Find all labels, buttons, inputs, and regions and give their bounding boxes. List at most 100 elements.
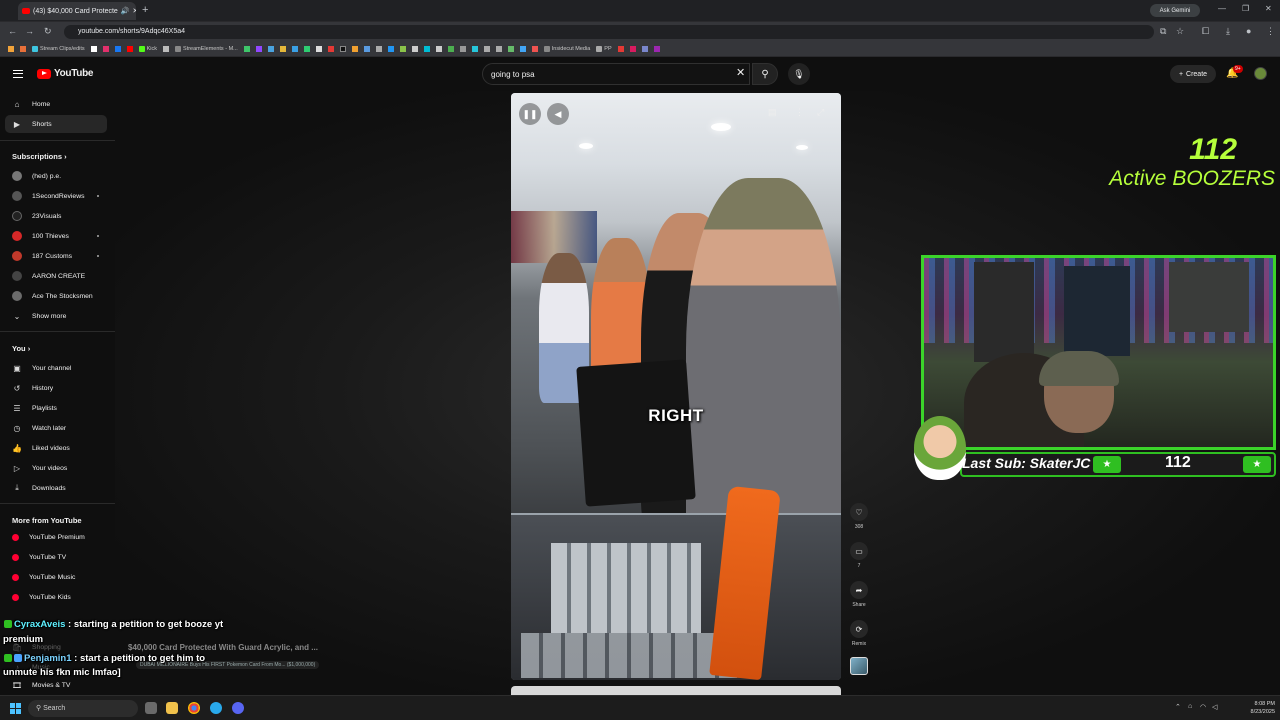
facebook-icon[interactable] xyxy=(114,46,121,52)
wifi-icon[interactable]: ◠ xyxy=(1200,703,1206,711)
tray-chevron-icon[interactable]: ⌃ xyxy=(1175,703,1181,711)
downloads-icon[interactable]: ⤓ xyxy=(1226,26,1230,37)
file-explorer-icon[interactable] xyxy=(166,702,178,714)
instagram-icon[interactable] xyxy=(102,46,109,52)
new-tab-icon[interactable]: + xyxy=(142,4,148,16)
youtube-bookmark-icon[interactable] xyxy=(126,46,133,52)
search-input[interactable]: going to psa xyxy=(482,63,750,85)
clear-search-icon[interactable]: ✕ xyxy=(736,66,745,79)
bookmark-icon[interactable] xyxy=(435,46,442,52)
bookmark-folder-icon[interactable] xyxy=(8,46,14,52)
bookmark-icon[interactable] xyxy=(459,46,466,52)
bookmark-icon[interactable] xyxy=(267,46,274,52)
sidebar-item-subscription[interactable]: 23Visuals xyxy=(5,207,107,225)
telegram-icon[interactable] xyxy=(210,702,222,714)
sidebar-item-youtube-tv[interactable]: YouTube TV xyxy=(5,548,107,566)
sidebar-item-youtube-music[interactable]: YouTube Music xyxy=(5,568,107,586)
bookmark-insidecut-media[interactable]: Insidecut Media xyxy=(543,46,590,52)
discord-icon[interactable] xyxy=(232,702,244,714)
chrome-icon[interactable] xyxy=(188,702,200,714)
sidebar-item-subscription[interactable]: Ace The Stocksmen xyxy=(5,287,107,305)
avatar[interactable] xyxy=(1254,67,1267,80)
bookmark-icon[interactable] xyxy=(303,46,310,52)
bookmark-pp[interactable]: PP xyxy=(596,46,612,52)
sidebar-item-playlists[interactable]: ☰ Playlists xyxy=(5,399,107,417)
bookmark-icon[interactable] xyxy=(375,46,382,52)
volume-button[interactable]: ◀ xyxy=(547,103,569,125)
like-button[interactable]: ♡ 308 xyxy=(849,503,869,530)
sidebar-item-history[interactable]: ↺ History xyxy=(5,379,107,397)
twitch-icon[interactable] xyxy=(255,46,262,52)
subscriptions-header[interactable]: Subscriptions › xyxy=(12,152,67,161)
create-button[interactable]: + Create xyxy=(1170,65,1216,83)
url-field[interactable]: youtube.com/shorts/9Adqc46X5a4 xyxy=(64,25,1154,39)
reload-icon[interactable]: ↻ xyxy=(44,26,52,37)
bookmark-icon[interactable] xyxy=(279,46,286,52)
bookmark-icon[interactable] xyxy=(351,46,358,52)
bookmark-icon[interactable] xyxy=(617,46,624,52)
back-icon[interactable]: ← xyxy=(8,26,17,36)
sidebar-item-subscription[interactable]: 100 Thieves xyxy=(5,227,107,245)
sidebar-item-youtube-kids[interactable]: YouTube Kids xyxy=(5,588,107,606)
extensions-icon[interactable]: ⧠ xyxy=(1202,26,1209,37)
more-options-icon[interactable]: ⋮ xyxy=(795,107,804,118)
bookmark-icon[interactable] xyxy=(20,46,26,52)
bookmark-icon[interactable] xyxy=(507,46,514,52)
browser-tab[interactable]: (43) $40,000 Card Protecte 🔊 ✕ xyxy=(18,2,136,20)
bookmark-icon[interactable] xyxy=(423,46,430,52)
pause-button[interactable]: ❚❚ xyxy=(519,103,541,125)
sidebar-item-subscription[interactable]: 1SecondReviews xyxy=(5,187,107,205)
bookmark-streamelements[interactable]: StreamElements - M... xyxy=(175,46,238,52)
sidebar-item-subscription[interactable]: AARON CREATE xyxy=(5,267,107,285)
remix-button[interactable]: ⟳ Remix xyxy=(849,620,869,647)
taskbar-search[interactable]: ⚲ Search xyxy=(28,700,138,717)
bookmark-icon[interactable] xyxy=(315,46,322,52)
forward-icon[interactable]: → xyxy=(25,26,34,36)
sidebar-item-youtube-premium[interactable]: YouTube Premium xyxy=(5,528,107,546)
maximize-icon[interactable]: ❐ xyxy=(1242,4,1249,13)
bookmark-icon[interactable] xyxy=(387,46,394,52)
voice-search-button[interactable]: 🎙 xyxy=(788,63,810,85)
sidebar-item-downloads[interactable]: ⤓ Downloads xyxy=(5,479,107,497)
taskbar-clock[interactable]: 8:08 PM 8/23/2025 xyxy=(1225,700,1275,716)
captions-icon[interactable]: ▤ xyxy=(768,107,777,118)
ask-gemini-button[interactable]: Ask Gemini xyxy=(1150,4,1200,17)
youtube-logo[interactable]: YouTube xyxy=(37,68,94,79)
task-view-icon[interactable] xyxy=(145,702,157,714)
bookmark-icon[interactable] xyxy=(483,46,490,52)
profile-icon[interactable]: ● xyxy=(1246,26,1251,36)
bookmark-icon[interactable] xyxy=(531,46,538,52)
you-header[interactable]: You › xyxy=(12,344,30,353)
bookmark-icon[interactable] xyxy=(327,46,334,52)
bookmark-icon[interactable] xyxy=(495,46,502,52)
sidebar-item-subscription[interactable]: (hed) p.e. xyxy=(5,167,107,185)
bookmark-icon[interactable] xyxy=(519,46,526,52)
bookmark-icon[interactable] xyxy=(163,46,170,52)
bookmark-icon[interactable] xyxy=(291,46,298,52)
next-short-preview[interactable] xyxy=(511,686,841,695)
bookmark-icon[interactable] xyxy=(629,46,636,52)
windows-start-icon[interactable] xyxy=(10,703,21,714)
channel-thumbnail[interactable] xyxy=(850,657,868,675)
bookmark-stream-clips[interactable]: Stream Clips/edits xyxy=(32,46,85,52)
volume-tray-icon[interactable]: ◁ xyxy=(1212,703,1217,711)
sidebar-item-your-channel[interactable]: ▣ Your channel xyxy=(5,359,107,377)
bookmark-icon[interactable] xyxy=(447,46,454,52)
menu-icon[interactable] xyxy=(13,70,23,78)
bookmark-icon[interactable] xyxy=(399,46,406,52)
shorts-video-player[interactable]: RIGHT ❚❚ ◀ ▤ ⋮ ⤢ xyxy=(511,93,841,680)
search-button[interactable]: ⚲ xyxy=(752,63,778,85)
bookmark-icon[interactable] xyxy=(243,46,250,52)
bookmark-star-icon[interactable]: ☆ xyxy=(1176,26,1184,37)
sidebar-item-home[interactable]: ⌂ Home xyxy=(5,95,107,113)
sidebar-item-liked-videos[interactable]: 👍 Liked videos xyxy=(5,439,107,457)
bookmark-icon[interactable] xyxy=(653,46,660,52)
comments-button[interactable]: ▭ 7 xyxy=(849,542,869,569)
share-button[interactable]: ➦ Share xyxy=(849,581,869,608)
network-icon[interactable]: ⌂ xyxy=(1188,703,1192,710)
bookmark-icon[interactable] xyxy=(411,46,418,52)
browser-menu-icon[interactable]: ⋮ xyxy=(1266,26,1275,37)
bookmark-icon[interactable] xyxy=(363,46,370,52)
show-more-button[interactable]: ⌄ Show more xyxy=(5,307,107,325)
sidebar-item-subscription[interactable]: 187 Customs xyxy=(5,247,107,265)
